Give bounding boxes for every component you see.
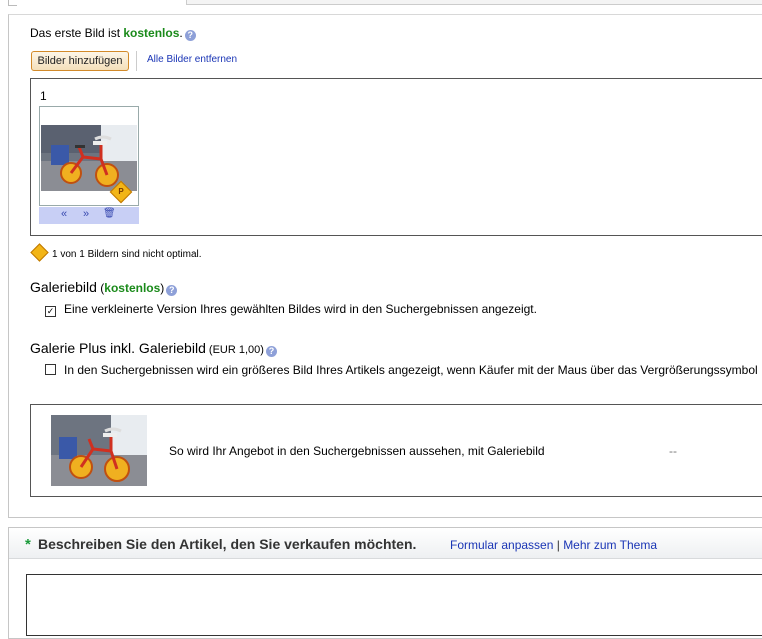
gallery-plus-checkbox-label: In den Suchergebnissen wird ein größeres… bbox=[64, 363, 758, 377]
move-left-button[interactable]: « bbox=[61, 208, 67, 220]
preview-bicycle-image bbox=[51, 415, 147, 486]
gallery-checkbox-label: Eine verkleinerte Version Ihres gewählte… bbox=[64, 302, 537, 316]
gallery-plus-checkbox-row: In den Suchergebnissen wird ein größeres… bbox=[45, 363, 758, 377]
description-editor[interactable] bbox=[26, 574, 762, 636]
tab-edge-left bbox=[8, 0, 17, 6]
required-marker: * bbox=[25, 536, 31, 553]
warning-icon bbox=[30, 243, 49, 262]
image-warning-line: 1 von 1 Bildern sind nicht optimal. bbox=[30, 243, 202, 262]
gallery-plus-price: (EUR 1,00) bbox=[205, 344, 264, 356]
warning-text: 1 von 1 Bildern sind nicht optimal. bbox=[52, 249, 202, 260]
delete-image-icon[interactable]: 🗑 bbox=[103, 208, 116, 219]
tab-edge-right bbox=[186, 0, 762, 5]
free-label: kostenlos bbox=[123, 26, 180, 40]
gallery-free-label: kostenlos bbox=[104, 281, 161, 295]
paren-close: ) bbox=[160, 281, 165, 295]
gallery-checkbox-row: ✓ Eine verkleinerte Version Ihres gewählt… bbox=[45, 302, 537, 317]
move-right-button[interactable]: » bbox=[83, 208, 89, 220]
preview-description: So wird Ihr Angebot in den Suchergebniss… bbox=[169, 444, 545, 458]
first-image-prefix: Das erste Bild ist bbox=[30, 26, 124, 40]
first-image-free-note: Das erste Bild ist kostenlos.? bbox=[30, 26, 196, 41]
help-icon[interactable]: ? bbox=[166, 285, 178, 296]
image-list-box bbox=[30, 78, 762, 236]
image-toolbar: « » 🗑 bbox=[39, 207, 139, 224]
customize-form-link[interactable]: Formular anpassen bbox=[450, 538, 553, 552]
divider bbox=[136, 51, 137, 71]
gallery-heading: Galeriebild (kostenlos)? bbox=[30, 279, 178, 296]
gallery-plus-heading: Galerie Plus inkl. Galeriebild (EUR 1,00… bbox=[30, 340, 277, 357]
help-icon[interactable]: ? bbox=[265, 346, 277, 357]
remove-all-images-link[interactable]: Alle Bilder entfernen bbox=[147, 54, 237, 65]
add-images-button[interactable]: Bilder hinzufügen bbox=[31, 51, 129, 71]
gallery-plus-checkbox[interactable] bbox=[45, 364, 56, 375]
help-icon[interactable]: ? bbox=[184, 30, 196, 41]
top-tab-strip bbox=[0, 0, 762, 14]
link-separator: | bbox=[553, 538, 564, 552]
describe-links: Formular anpassen | Mehr zum Thema bbox=[450, 538, 657, 552]
image-number: 1 bbox=[40, 89, 47, 103]
preview-placeholder: -- bbox=[669, 444, 677, 458]
more-on-topic-link[interactable]: Mehr zum Thema bbox=[563, 538, 657, 552]
gallery-checkbox[interactable]: ✓ bbox=[45, 306, 56, 317]
gallery-title: Galeriebild bbox=[30, 279, 97, 295]
gallery-plus-title: Galerie Plus inkl. Galeriebild bbox=[30, 340, 206, 356]
bicycle-thumbnail-image[interactable] bbox=[41, 125, 137, 191]
period: . bbox=[179, 26, 183, 40]
describe-title: Beschreiben Sie den Artikel, den Sie ver… bbox=[38, 536, 417, 552]
